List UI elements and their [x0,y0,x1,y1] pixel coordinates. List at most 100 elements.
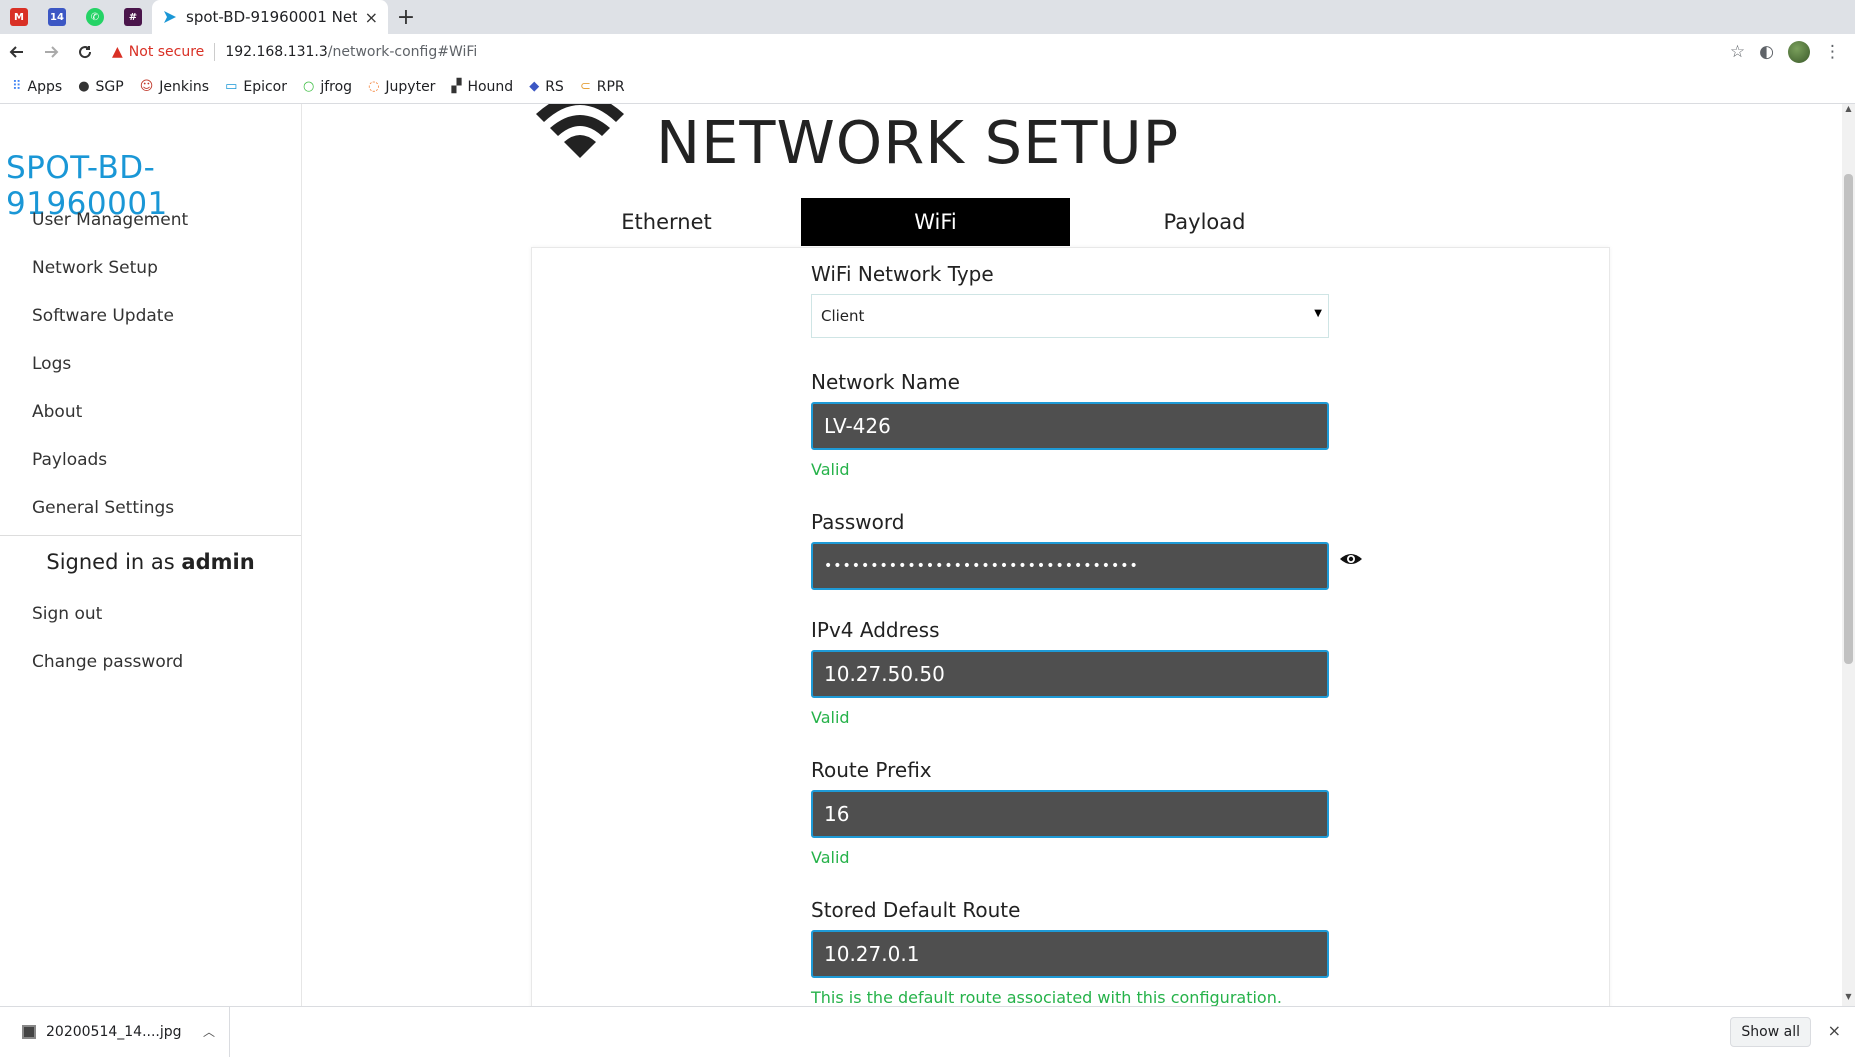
not-secure-label: Not secure [128,44,205,60]
default-route-input[interactable]: 10.27.0.1 [811,930,1329,978]
bookmark-star-icon[interactable]: ☆ [1730,42,1745,62]
hound-icon: ▞ [451,79,462,94]
scroll-up-arrow-icon[interactable]: ▲ [1842,104,1855,118]
page-content: SPOT-BD-91960001 User Management Network… [0,104,1855,1006]
download-item[interactable]: 20200514_14....jpg ︿ [0,1006,230,1057]
tab-close-icon[interactable]: × [365,8,378,27]
warning-icon: ▲ [112,44,123,60]
bookmark-apps[interactable]: ⠿ Apps [12,79,62,95]
new-tab-button[interactable]: + [388,0,424,34]
pinned-tab-whatsapp[interactable]: ✆ [76,0,114,34]
forward-arrow-icon [45,46,59,58]
network-type-field: WiFi Network Type Client ▼ [811,262,1329,338]
bookmark-rs[interactable]: ◆ RS [529,79,564,95]
back-button[interactable] [0,35,34,69]
sidebar-item-payloads[interactable]: Payloads [0,436,301,484]
bookmark-jenkins[interactable]: ☺ Jenkins [140,79,209,95]
password-input[interactable]: •••••••••••••••••••••••••••••••••• [811,542,1329,590]
route-prefix-field: Route Prefix 16 Valid [811,758,1329,867]
network-type-label: WiFi Network Type [811,262,994,286]
signed-in-prefix: Signed in as [46,550,175,574]
url-host: 192.168.131.3 [225,44,328,60]
bookmark-jupyter[interactable]: ◌ Jupyter [368,79,435,95]
profile-avatar[interactable] [1788,41,1810,63]
pinned-tab-gmail[interactable]: M [0,0,38,34]
scroll-down-arrow-icon[interactable]: ▼ [1842,992,1855,1006]
bookmarks-bar: ⠿ Apps ● SGP ☺ Jenkins ▭ Epicor ○ jfrog ◌ Jupy… [0,70,1855,104]
tab-payload[interactable]: Payload [1070,198,1339,246]
apps-grid-icon: ⠿ [12,79,22,94]
browser-toolbar: ▲ Not secure 192.168.131.3 /network-conf… [0,34,1855,70]
bookmark-label: Jupyter [385,78,436,95]
jfrog-icon: ○ [303,79,315,94]
signed-in-status: Signed in as admin [0,550,301,574]
calendar-icon: 14 [48,8,66,26]
scrollbar-thumb[interactable] [1844,174,1853,664]
extension-icon[interactable]: ◐ [1759,42,1774,62]
route-prefix-input[interactable]: 16 [811,790,1329,838]
rs-icon: ◆ [529,79,540,94]
epicor-icon: ▭ [225,79,238,94]
tab-ethernet[interactable]: Ethernet [532,198,801,246]
ipv4-label: IPv4 Address [811,618,940,642]
bookmark-epicor[interactable]: ▭ Epicor [225,79,287,95]
back-arrow-icon [9,46,23,58]
show-all-button[interactable]: Show all [1730,1017,1811,1047]
active-tab-title: spot-BD-91960001 Netwo [186,8,357,26]
ipv4-status: Valid [811,708,850,727]
sidebar-item-logs[interactable]: Logs [0,340,301,388]
sidebar-item-general-settings[interactable]: General Settings [0,484,301,532]
password-label: Password [811,510,905,534]
reload-button[interactable] [68,35,102,69]
spot-favicon-icon [164,11,176,23]
download-filename: 20200514_14....jpg [46,1023,182,1040]
network-type-value: Client [821,307,865,325]
default-route-note: This is the default route associated wit… [811,988,1282,1006]
bookmark-sgp[interactable]: ● SGP [78,79,124,95]
bookmark-label: jfrog [320,78,353,95]
bookmark-rpr[interactable]: ⊂ RPR [580,79,625,95]
wifi-icon [536,104,624,158]
show-password-eye-icon[interactable] [1338,546,1364,572]
network-name-label: Network Name [811,370,960,394]
sidebar-item-user-management[interactable]: User Management [0,196,301,244]
bookmark-label: Apps [27,78,63,95]
forward-button[interactable] [34,35,68,69]
network-type-select[interactable]: Client ▼ [811,294,1329,338]
bookmark-label: SGP [95,78,124,95]
page-header: NETWORK SETUP [532,104,1232,200]
sidebar-divider [0,535,301,536]
page-scrollbar[interactable]: ▲ ▼ [1842,104,1855,1006]
sidebar: SPOT-BD-91960001 User Management Network… [0,104,302,1006]
active-tab[interactable]: spot-BD-91960001 Netwo × [152,0,388,34]
bookmark-jfrog[interactable]: ○ jfrog [303,79,352,95]
signed-in-user: admin [181,550,255,574]
tab-wifi[interactable]: WiFi [801,198,1070,246]
downloads-bar: 20200514_14....jpg ︿ Show all × [0,1006,1855,1057]
pinned-tab-calendar[interactable]: 14 [38,0,76,34]
jupyter-icon: ◌ [368,79,380,94]
change-password-link[interactable]: Change password [0,638,301,686]
sidebar-item-network-setup[interactable]: Network Setup [0,244,301,292]
globe-icon: ● [78,79,90,94]
omnibox-divider [214,43,216,61]
sign-out-link[interactable]: Sign out [0,590,301,638]
network-name-input[interactable]: LV-426 [811,402,1329,450]
sidebar-nav: User Management Network Setup Software U… [0,196,301,532]
menu-kebab-icon[interactable]: ⋮ [1824,42,1841,62]
whatsapp-icon: ✆ [86,8,104,26]
address-bar[interactable]: ▲ Not secure 192.168.131.3 /network-conf… [102,37,1722,67]
bookmark-hound[interactable]: ▞ Hound [451,79,513,95]
bookmark-label: Jenkins [159,78,210,95]
sidebar-item-software-update[interactable]: Software Update [0,292,301,340]
pinned-tab-slack[interactable]: # [114,0,152,34]
close-icon[interactable]: × [1828,1021,1841,1040]
network-name-field: Network Name LV-426 Valid [811,370,1329,479]
sidebar-item-about[interactable]: About [0,388,301,436]
bookmark-label: RS [545,78,564,95]
ipv4-input[interactable]: 10.27.50.50 [811,650,1329,698]
route-prefix-status: Valid [811,848,850,867]
bookmark-label: Hound [467,78,514,95]
bookmark-label: Epicor [243,78,287,95]
chevron-up-icon[interactable]: ︿ [203,1023,215,1040]
